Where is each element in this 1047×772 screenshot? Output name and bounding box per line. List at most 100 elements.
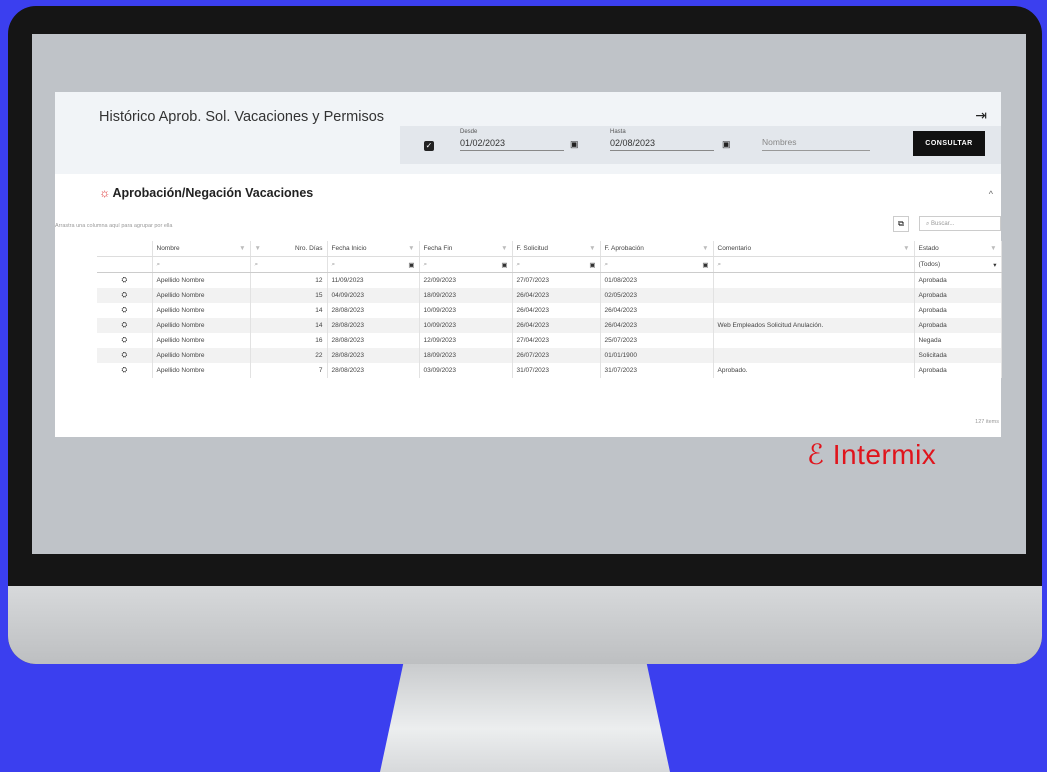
- cell-estado: Aprobada: [914, 303, 1002, 318]
- table-row[interactable]: ⛭ Apellido Nombre 7 28/08/2023 03/09/2023 31/…: [97, 363, 1002, 378]
- cell-dias: 14: [250, 318, 328, 333]
- filter-cell[interactable]: ⌕ ▣: [419, 256, 513, 273]
- row-action-icon[interactable]: ⛭: [97, 348, 153, 363]
- row-action-icon[interactable]: ⛭: [97, 318, 153, 333]
- page-title: Histórico Aprob. Sol. Vacaciones y Permi…: [99, 109, 385, 125]
- row-action-icon[interactable]: ⛭: [97, 333, 153, 348]
- cell-inicio: 11/09/2023: [327, 272, 420, 288]
- cell-solicitud: 26/04/2023: [512, 318, 601, 333]
- cell-fin: 03/09/2023: [419, 363, 513, 378]
- column-header[interactable]: Fecha Fin ▼: [419, 241, 513, 257]
- items-count: 127 items: [975, 419, 999, 425]
- calendar-icon[interactable]: ▣: [570, 139, 579, 150]
- nombres-input[interactable]: Nombres: [762, 137, 870, 151]
- filter-cell: [97, 256, 153, 273]
- cell-inicio: 04/09/2023: [327, 288, 420, 303]
- hasta-label: Hasta: [610, 129, 626, 135]
- filter-cell[interactable]: ⌕ ▣: [512, 256, 601, 273]
- cell-inicio: 28/08/2023: [327, 333, 420, 348]
- column-header[interactable]: Estado ▼: [914, 241, 1002, 257]
- column-header[interactable]: F. Solicitud ▼: [512, 241, 601, 257]
- column-header[interactable]: Fecha Inicio ▼: [327, 241, 420, 257]
- calendar-icon[interactable]: ▣: [702, 261, 708, 269]
- cell-fin: 12/09/2023: [419, 333, 513, 348]
- filter-icon[interactable]: ▼: [990, 245, 996, 252]
- vacation-icon: ☼: [99, 186, 111, 200]
- cell-nombre: Apellido Nombre: [152, 318, 251, 333]
- column-header[interactable]: Nombre ▼: [152, 241, 251, 257]
- filter-icon[interactable]: ▼: [702, 245, 708, 252]
- export-icon[interactable]: ⧉: [893, 216, 909, 232]
- desde-input[interactable]: 01/02/2023: [460, 138, 564, 151]
- filter-cell[interactable]: ⌕ ▣: [327, 256, 420, 273]
- exit-icon[interactable]: ⇥: [975, 107, 987, 124]
- table-row[interactable]: ⛭ Apellido Nombre 14 28/08/2023 10/09/2023 26…: [97, 318, 1002, 333]
- row-action-icon[interactable]: ⛭: [97, 272, 153, 288]
- cell-estado: Aprobada: [914, 363, 1002, 378]
- consultar-button[interactable]: CONSULTAR: [913, 131, 985, 156]
- cell-inicio: 28/08/2023: [327, 318, 420, 333]
- row-action-icon[interactable]: ⛭: [97, 288, 153, 303]
- cell-comentario: [713, 303, 915, 318]
- cell-solicitud: 27/04/2023: [512, 333, 601, 348]
- cell-dias: 7: [250, 363, 328, 378]
- cell-comentario: [713, 272, 915, 288]
- grid-search-input[interactable]: ⌕ Buscar...: [919, 216, 1001, 231]
- filter-cell[interactable]: ⌕: [250, 256, 328, 273]
- filter-icon[interactable]: ▼: [255, 245, 261, 252]
- intermix-logo: ℰ Intermix: [807, 439, 937, 470]
- cell-aprobacion: 26/04/2023: [600, 318, 714, 333]
- cell-comentario: [713, 288, 915, 303]
- cell-fin: 18/09/2023: [419, 288, 513, 303]
- cell-comentario: [713, 333, 915, 348]
- calendar-icon[interactable]: ▣: [408, 261, 414, 269]
- cell-solicitud: 26/04/2023: [512, 288, 601, 303]
- table-row[interactable]: ⛭ Apellido Nombre 16 28/08/2023 12/09/2023 27…: [97, 333, 1002, 348]
- column-header[interactable]: ▼ Nro. Días: [250, 241, 328, 257]
- table-row[interactable]: ⛭ Apellido Nombre 15 04/09/2023 18/09/2023 26…: [97, 288, 1002, 303]
- cell-nombre: Apellido Nombre: [152, 272, 251, 288]
- calendar-icon[interactable]: ▣: [722, 139, 731, 150]
- caret-up-icon[interactable]: ^: [989, 189, 993, 199]
- table-row[interactable]: ⛭ Apellido Nombre 22 28/08/2023 18/09/2023 26…: [97, 348, 1002, 363]
- hasta-input[interactable]: 02/08/2023: [610, 138, 714, 151]
- filter-cell[interactable]: ⌕ ▣: [600, 256, 714, 273]
- date-filter-checkbox[interactable]: ✓: [424, 141, 434, 151]
- filter-icon[interactable]: ▼: [501, 245, 507, 252]
- cell-inicio: 28/08/2023: [327, 303, 420, 318]
- filter-bar: ✓ Desde 01/02/2023 ▣ Hasta 02/08/2023 ▣ …: [400, 126, 1001, 164]
- filter-icon[interactable]: ▼: [589, 245, 595, 252]
- table-row[interactable]: ⛭ Apellido Nombre 14 28/08/2023 10/09/2023 26…: [97, 303, 1002, 318]
- cell-dias: 12: [250, 272, 328, 288]
- table-row[interactable]: ⛭ Apellido Nombre 12 11/09/2023 22/09/2023 27…: [97, 272, 1002, 288]
- cell-estado: Negada: [914, 333, 1002, 348]
- search-placeholder: Buscar...: [931, 221, 955, 227]
- cell-fin: 18/09/2023: [419, 348, 513, 363]
- filter-icon[interactable]: ▼: [239, 245, 245, 252]
- section-title: ☼ Aprobación/Negación Vacaciones: [99, 186, 313, 200]
- row-action-icon[interactable]: ⛭: [97, 363, 153, 378]
- filter-cell[interactable]: ⌕: [713, 256, 915, 273]
- cell-aprobacion: 25/07/2023: [600, 333, 714, 348]
- cell-fin: 10/09/2023: [419, 318, 513, 333]
- estado-filter[interactable]: (Todos) ▾: [914, 256, 1002, 273]
- calendar-icon[interactable]: ▣: [589, 261, 595, 269]
- column-header[interactable]: Comentario ▼: [713, 241, 915, 257]
- row-action-icon[interactable]: ⛭: [97, 303, 153, 318]
- cell-dias: 15: [250, 288, 328, 303]
- cell-inicio: 28/08/2023: [327, 348, 420, 363]
- section-title-text: Aprobación/Negación Vacaciones: [112, 186, 314, 200]
- calendar-icon[interactable]: ▣: [501, 261, 507, 269]
- app-window: Histórico Aprob. Sol. Vacaciones y Permi…: [55, 92, 1002, 470]
- cell-solicitud: 26/07/2023: [512, 348, 601, 363]
- filter-icon[interactable]: ▼: [408, 245, 414, 252]
- cell-estado: Aprobada: [914, 288, 1002, 303]
- cell-nombre: Apellido Nombre: [152, 303, 251, 318]
- cell-comentario: [713, 348, 915, 363]
- cell-fin: 22/09/2023: [419, 272, 513, 288]
- filter-icon[interactable]: ▼: [903, 245, 909, 252]
- cell-estado: Solicitada: [914, 348, 1002, 363]
- column-header[interactable]: F. Aprobación ▼: [600, 241, 714, 257]
- filter-cell[interactable]: ⌕: [152, 256, 251, 273]
- cell-nombre: Apellido Nombre: [152, 288, 251, 303]
